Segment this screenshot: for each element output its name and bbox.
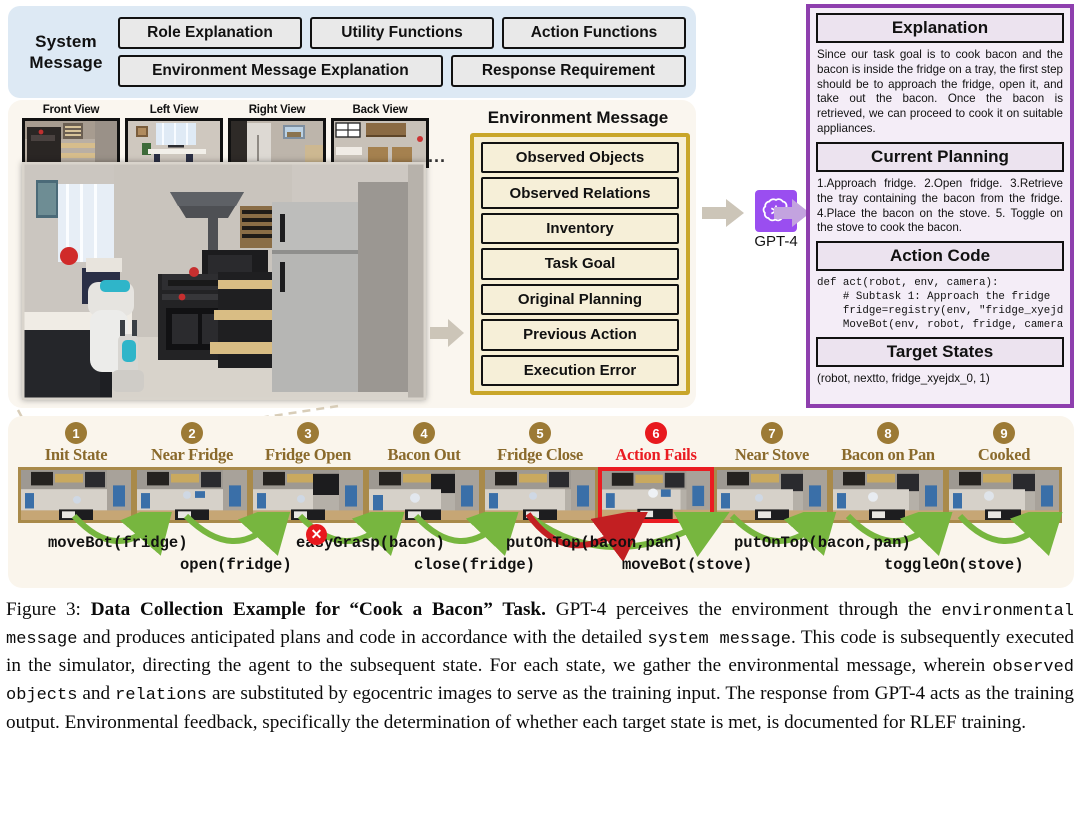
state-cell-8: 8 Bacon on Pan <box>830 422 946 523</box>
state-badge-6: 6 <box>645 422 667 444</box>
state-badge-1: 1 <box>65 422 87 444</box>
chip-action-functions[interactable]: Action Functions <box>502 17 686 49</box>
caption-part2: and produces anticipated plans and code … <box>77 627 648 649</box>
figure-caption: Figure 3: Data Collection Example for “C… <box>6 596 1074 736</box>
env-item-task-goal[interactable]: Task Goal <box>481 248 679 280</box>
state-badge-3: 3 <box>297 422 319 444</box>
state-badge-2: 2 <box>181 422 203 444</box>
action-label-open-fridge: open(fridge) <box>180 556 292 574</box>
state-cell-5: 5 Fridge Close <box>482 422 598 523</box>
action-label-movebot-fridge: moveBot(fridge) <box>48 534 188 552</box>
state-label-5: Fridge Close <box>497 445 583 464</box>
env-item-execution-error[interactable]: Execution Error <box>481 354 679 386</box>
system-message-row-2: Environment Message Explanation Response… <box>118 55 686 87</box>
environment-message-box: Observed Objects Observed Relations Inve… <box>470 133 690 395</box>
response-body-current-planning: 1.Approach fridge. 2.Open fridge. 3.Retr… <box>817 176 1063 235</box>
gpt-response-panel: Explanation Since our task goal is to co… <box>806 4 1074 408</box>
state-label-3: Fridge Open <box>264 445 352 464</box>
action-label-close-fridge: close(fridge) <box>414 556 535 574</box>
view-thumbnail-right[interactable] <box>228 118 326 168</box>
env-item-previous-action[interactable]: Previous Action <box>481 319 679 351</box>
view-cell-left: Left View <box>125 104 223 168</box>
view-label-left: Left View <box>149 104 199 116</box>
action-label-putontop-bacon-pan-1: putOnTop(bacon,pan) <box>506 534 683 552</box>
state-badge-5: 5 <box>529 422 551 444</box>
response-body-target-states: (robot, nextto, fridge_xyejdx_0, 1) <box>817 372 990 386</box>
state-cell-3: 3 Fridge Open <box>250 422 366 523</box>
chip-response-requirement[interactable]: Response Requirement <box>450 55 686 87</box>
state-filmstrip-panel: 1 Init State 2 Near Fridge 3 Fridge Open… <box>8 416 1074 588</box>
state-cell-6: 6 Action Fails <box>598 422 714 523</box>
response-heading-explanation: Explanation <box>816 13 1064 43</box>
egocentric-views-strip: Front View Left View Right View Back Vie… <box>22 104 440 168</box>
state-cell-7: 7 Near Stove <box>714 422 830 523</box>
state-badge-8: 8 <box>877 422 899 444</box>
state-label-4: Bacon Out <box>387 445 461 464</box>
system-message-chip-rows: Role Explanation Utility Functions Actio… <box>114 17 686 87</box>
view-cell-back: Back View <box>331 104 429 168</box>
state-cell-1: 1 Init State <box>18 422 134 523</box>
caption-mono-relations: relations <box>115 686 207 706</box>
response-body-explanation: Since our task goal is to cook bacon and… <box>817 48 1063 136</box>
action-labels-layer: moveBot(fridge) easyGrasp(bacon) putOnTo… <box>8 528 1074 586</box>
action-label-movebot-stove: moveBot(stove) <box>622 556 753 574</box>
state-filmstrip-row: 1 Init State 2 Near Fridge 3 Fridge Open… <box>18 422 1064 523</box>
caption-title: Data Collection Example for “Cook a Baco… <box>90 599 546 620</box>
view-thumbnail-back[interactable] <box>331 118 429 168</box>
caption-mono-system-message: system message <box>647 630 791 650</box>
view-label-back: Back View <box>352 104 408 116</box>
env-item-original-planning[interactable]: Original Planning <box>481 283 679 316</box>
system-message-title: System Message <box>18 31 114 74</box>
arrow-scene-to-environment-icon <box>430 319 464 347</box>
environment-observation-panel: Front View Left View Right View Back Vie… <box>8 100 696 408</box>
state-cell-4: 4 Bacon Out <box>366 422 482 523</box>
state-badge-9: 9 <box>993 422 1015 444</box>
view-label-right: Right View <box>248 104 306 116</box>
action-label-toggleon-stove: toggleOn(stove) <box>884 556 1024 574</box>
view-cell-front: Front View <box>22 104 120 168</box>
model-label: GPT-4 <box>754 233 798 250</box>
system-message-title-line1: System <box>35 31 97 51</box>
system-message-row-1: Role Explanation Utility Functions Actio… <box>118 17 686 49</box>
view-label-front: Front View <box>42 104 100 116</box>
view-thumbnail-left[interactable] <box>125 118 223 168</box>
caption-part4: and <box>77 683 116 705</box>
system-message-title-line2: Message <box>29 53 103 72</box>
env-item-observed-objects[interactable]: Observed Objects <box>481 142 679 174</box>
system-message-panel: System Message Role Explanation Utility … <box>8 6 696 98</box>
state-label-6: Action Fails <box>615 445 697 464</box>
views-ellipsis: ... <box>428 146 447 166</box>
action-failed-x-icon: ✕ <box>306 524 327 545</box>
chip-environment-message-explanation[interactable]: Environment Message Explanation <box>118 55 443 87</box>
arrow-environment-to-model-icon <box>702 199 744 227</box>
state-label-2: Near Fridge <box>150 445 234 464</box>
state-label-9: Cooked <box>977 445 1031 464</box>
state-label-8: Bacon on Pan <box>841 445 935 464</box>
chip-utility-functions[interactable]: Utility Functions <box>310 17 494 49</box>
action-label-putontop-bacon-pan-2: putOnTop(bacon,pan) <box>734 534 911 552</box>
chip-role-explanation[interactable]: Role Explanation <box>118 17 302 49</box>
state-cell-9: 9 Cooked <box>946 422 1062 523</box>
env-item-observed-relations[interactable]: Observed Relations <box>481 177 679 209</box>
caption-figure-number: Figure 3: <box>6 599 81 620</box>
view-thumbnail-front[interactable] <box>22 118 120 168</box>
state-label-7: Near Stove <box>734 445 810 464</box>
state-cell-2: 2 Near Fridge <box>134 422 250 523</box>
response-body-action-code: def act(robot, env, camera): # Subtask 1… <box>817 277 1064 332</box>
env-item-inventory[interactable]: Inventory <box>481 212 679 245</box>
state-badge-7: 7 <box>761 422 783 444</box>
state-badge-4: 4 <box>413 422 435 444</box>
state-label-1: Init State <box>44 445 108 464</box>
environment-message-title: Environment Message <box>487 108 669 127</box>
response-heading-target-states: Target States <box>816 337 1064 368</box>
view-cell-right: Right View <box>228 104 326 168</box>
main-scene-render[interactable] <box>22 162 426 400</box>
response-heading-action-code: Action Code <box>816 241 1064 272</box>
response-heading-current-planning: Current Planning <box>816 141 1064 172</box>
caption-part1: GPT-4 perceives the environment through … <box>545 599 942 620</box>
